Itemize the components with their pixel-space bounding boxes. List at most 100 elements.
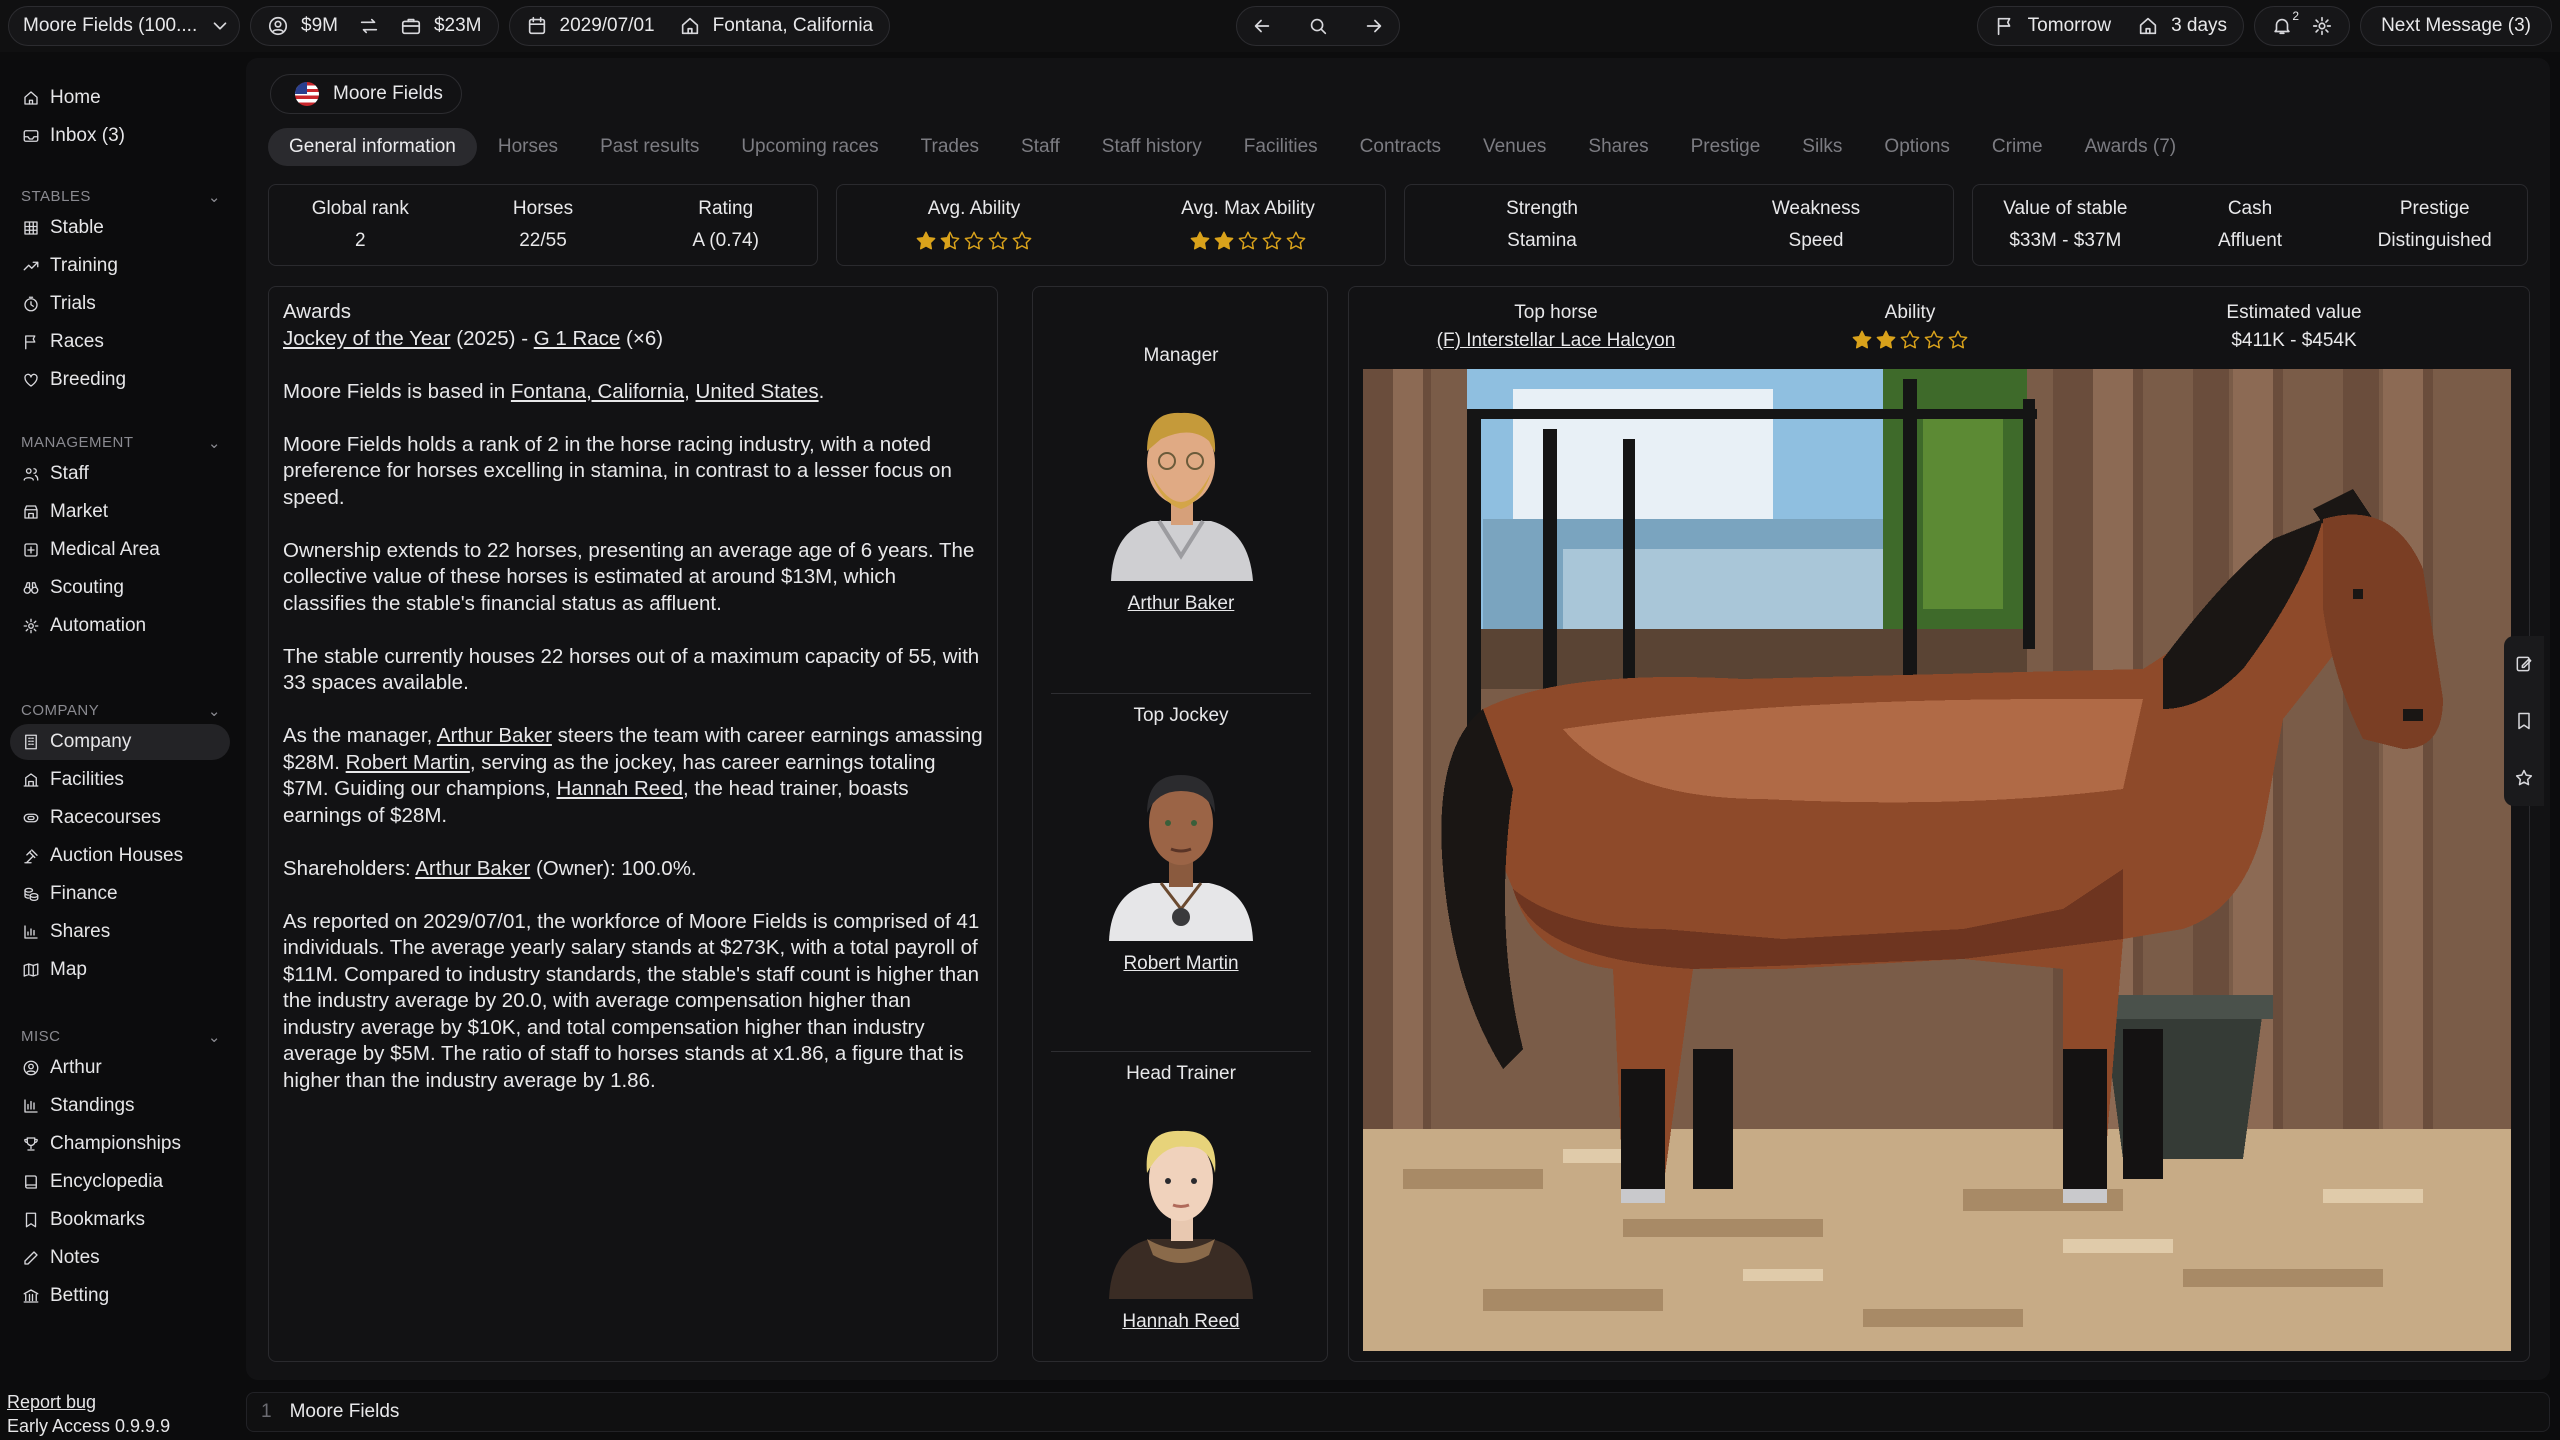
city-link[interactable]: Fontana, California — [511, 380, 684, 403]
tab-facilities[interactable]: Facilities — [1223, 128, 1339, 166]
navigation-pill — [1236, 6, 1401, 46]
sidebar-item-breeding[interactable]: Breeding — [10, 362, 230, 398]
sidebar-item-training[interactable]: Training — [10, 248, 230, 284]
manager-portrait[interactable] — [1091, 381, 1271, 581]
star-empty-icon — [1238, 231, 1258, 250]
sidebar-item-automation[interactable]: Automation — [10, 608, 230, 644]
sidebar-item-label: Races — [50, 331, 104, 352]
search-icon[interactable] — [1307, 15, 1329, 37]
settings-gear-icon[interactable] — [2311, 15, 2333, 37]
sidebar-item-notes[interactable]: Notes — [10, 1240, 230, 1276]
coins-icon — [22, 885, 40, 903]
sidebar-item-company[interactable]: Company — [10, 724, 230, 760]
jockey-name-link[interactable]: Robert Martin — [1033, 953, 1329, 975]
strength-stat: Strength Stamina — [1405, 185, 1679, 265]
tab-trades[interactable]: Trades — [900, 128, 1000, 166]
sidebar-item-label: Auction Houses — [50, 845, 184, 866]
estimated-value-label: Estimated value — [2226, 302, 2362, 323]
stable-value-display[interactable]: $23M — [400, 15, 482, 37]
country-link[interactable]: United States — [696, 380, 819, 403]
section-header-management[interactable]: MANAGEMENT ⌄ — [21, 434, 221, 452]
sidebar-item-standings[interactable]: Standings — [10, 1088, 230, 1124]
tab-options[interactable]: Options — [1863, 128, 1970, 166]
medical-icon — [22, 541, 40, 559]
sidebar-item-scouting[interactable]: Scouting — [10, 570, 230, 606]
tab-awards-7[interactable]: Awards (7) — [2064, 128, 2198, 166]
manager-name-link[interactable]: Arthur Baker — [1033, 593, 1329, 615]
back-arrow-icon[interactable] — [1251, 15, 1273, 37]
section-header-stables[interactable]: STABLES ⌄ — [21, 188, 221, 206]
sidebar-item-label: Trials — [50, 293, 96, 314]
transfer-icon[interactable] — [358, 15, 380, 37]
tab-crime[interactable]: Crime — [1971, 128, 2064, 166]
report-bug-link[interactable]: Report bug — [7, 1392, 96, 1413]
next-message-button[interactable]: Next Message (3) — [2360, 6, 2553, 46]
head-trainer-portrait[interactable] — [1091, 1099, 1271, 1299]
bell-icon[interactable]: 2 — [2271, 9, 2299, 37]
head-trainer-name-link[interactable]: Hannah Reed — [1033, 1311, 1329, 1333]
main-panel: Moore Fields General information Horses Pa… — [246, 58, 2550, 1380]
tab-contracts[interactable]: Contracts — [1339, 128, 1462, 166]
sidebar-item-shares[interactable]: Shares — [10, 914, 230, 950]
jockey-portrait[interactable] — [1091, 741, 1271, 941]
star-filled-icon — [1852, 330, 1872, 349]
bookmark-icon[interactable] — [2513, 710, 2535, 732]
tab-past-results[interactable]: Past results — [579, 128, 720, 166]
forecast-display[interactable]: Tomorrow — [1994, 15, 2111, 37]
star-outline-icon[interactable] — [2513, 767, 2535, 789]
tab-upcoming-races[interactable]: Upcoming races — [720, 128, 899, 166]
jockey-link[interactable]: Robert Martin — [346, 751, 470, 774]
stable-selector[interactable]: Moore Fields (100.... — [8, 6, 240, 46]
sidebar-item-arthur[interactable]: Arthur — [10, 1050, 230, 1086]
sidebar-item-trials[interactable]: Trials — [10, 286, 230, 322]
top-horse-name-link[interactable]: (F) Interstellar Lace Halcyon — [1401, 327, 1711, 355]
top-horse-image[interactable] — [1363, 369, 2511, 1351]
sidebar-item-auction-houses[interactable]: Auction Houses — [10, 838, 230, 874]
star-empty-icon — [964, 231, 984, 250]
stat-label: Strength — [1506, 198, 1578, 219]
tab-silks[interactable]: Silks — [1781, 128, 1863, 166]
sidebar-item-facilities[interactable]: Facilities — [10, 762, 230, 798]
history-item[interactable]: Moore Fields — [290, 1401, 400, 1423]
award-race-link[interactable]: G 1 Race — [534, 327, 621, 350]
us-flag-icon — [295, 82, 319, 106]
sidebar-item-encyclopedia[interactable]: Encyclopedia — [10, 1164, 230, 1200]
sidebar-item-betting[interactable]: Betting — [10, 1278, 230, 1314]
tab-staff-history[interactable]: Staff history — [1081, 128, 1223, 166]
tab-horses[interactable]: Horses — [477, 128, 579, 166]
star-rating — [1785, 329, 2035, 351]
tab-venues[interactable]: Venues — [1462, 128, 1567, 166]
sidebar-item-bookmarks[interactable]: Bookmarks — [10, 1202, 230, 1238]
tab-general-information[interactable]: General information — [268, 128, 477, 166]
sidebar-item-races[interactable]: Races — [10, 324, 230, 360]
edit-note-icon[interactable] — [2513, 653, 2535, 675]
days-display[interactable]: 3 days — [2137, 15, 2227, 37]
sidebar-item-championships[interactable]: Championships — [10, 1126, 230, 1162]
stable-chip[interactable]: Moore Fields — [270, 74, 462, 114]
tab-shares[interactable]: Shares — [1567, 128, 1669, 166]
trainer-link[interactable]: Hannah Reed — [556, 777, 683, 800]
tab-staff[interactable]: Staff — [1000, 128, 1081, 166]
bookmark-icon — [22, 1211, 40, 1229]
location-display[interactable]: Fontana, California — [679, 15, 873, 37]
sidebar-item-map[interactable]: Map — [10, 952, 230, 988]
sidebar-item-stable[interactable]: Stable — [10, 210, 230, 246]
owner-link[interactable]: Arthur Baker — [415, 857, 530, 880]
section-header-misc[interactable]: MISC ⌄ — [21, 1028, 221, 1046]
top-horse-col: Top horse (F) Interstellar Lace Halcyon — [1401, 299, 1711, 355]
money-display[interactable]: $9M — [267, 15, 338, 37]
award-link[interactable]: Jockey of the Year — [283, 327, 451, 350]
date-display[interactable]: 2029/07/01 — [526, 15, 655, 37]
sidebar-item-inbox[interactable]: Inbox (3) — [10, 118, 230, 154]
stat-value: A (0.74) — [692, 230, 759, 251]
tab-prestige[interactable]: Prestige — [1670, 128, 1782, 166]
section-header-company[interactable]: COMPANY ⌄ — [21, 702, 221, 720]
sidebar-item-finance[interactable]: Finance — [10, 876, 230, 912]
sidebar-item-racecourses[interactable]: Racecourses — [10, 800, 230, 836]
forward-arrow-icon[interactable] — [1363, 15, 1385, 37]
sidebar-item-home[interactable]: Home — [10, 80, 230, 116]
manager-link[interactable]: Arthur Baker — [437, 724, 552, 747]
sidebar-item-staff[interactable]: Staff — [10, 456, 230, 492]
sidebar-item-market[interactable]: Market — [10, 494, 230, 530]
sidebar-item-medical-area[interactable]: Medical Area — [10, 532, 230, 568]
